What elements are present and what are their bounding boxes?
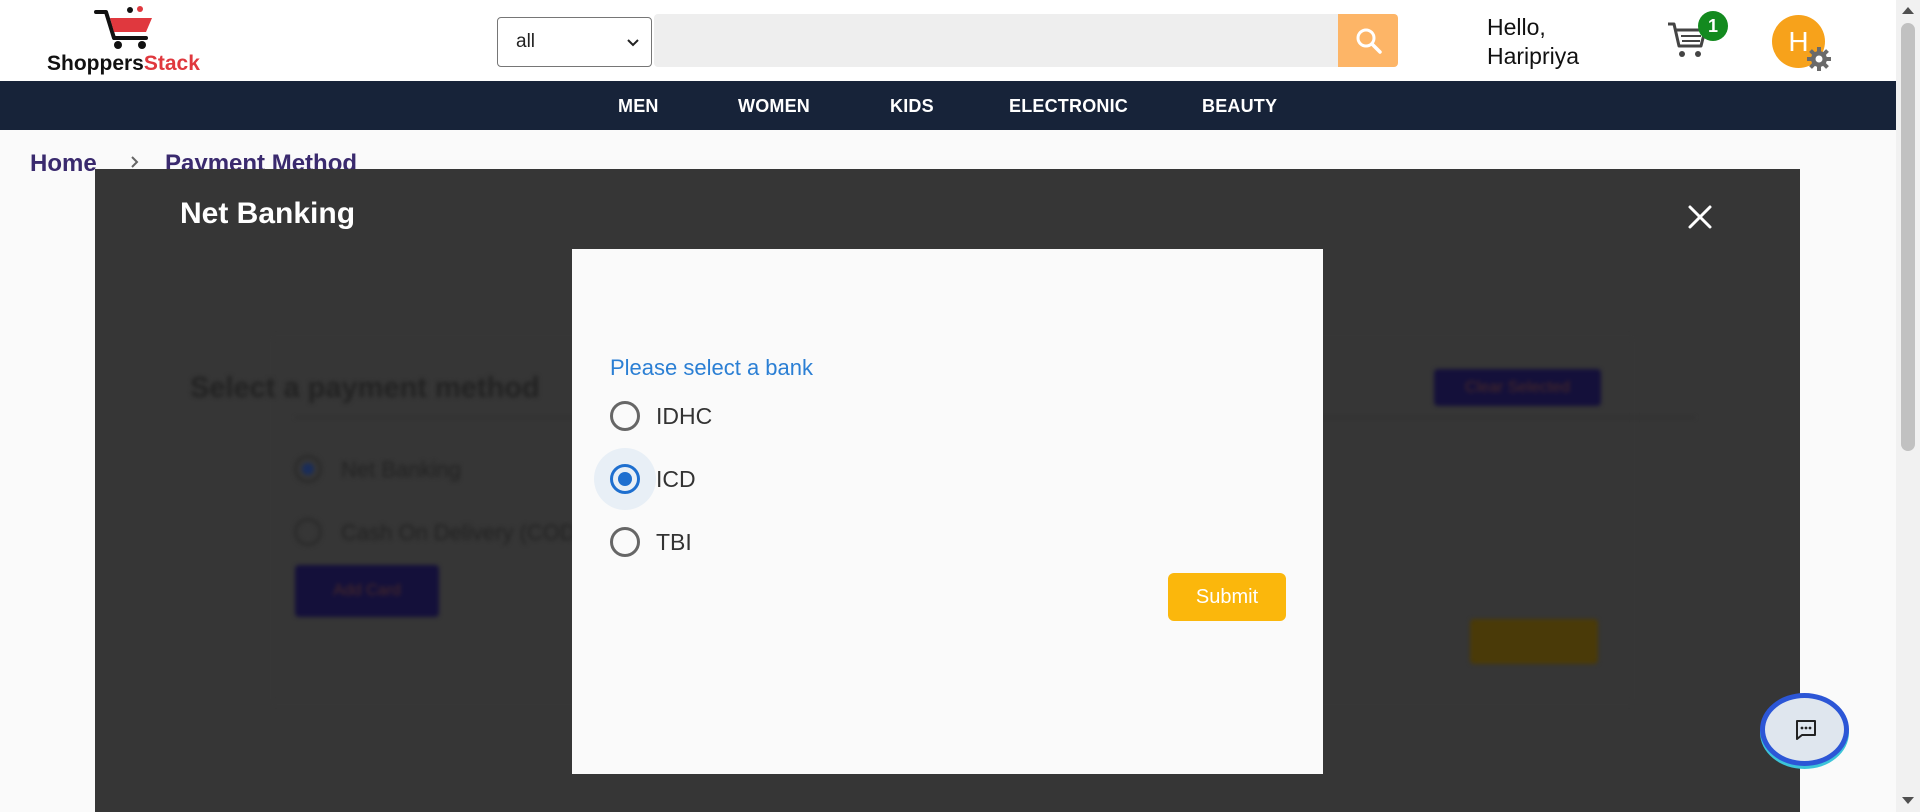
bg-radio-cod [294, 518, 322, 546]
gear-icon[interactable] [1806, 46, 1832, 72]
site-header: ShoppersStack all Hello, Haripriya 1 H [0, 0, 1896, 81]
nav-item-beauty[interactable]: BEAUTY [1202, 81, 1277, 130]
page-scrollbar[interactable] [1896, 0, 1920, 812]
greeting-hello: Hello, [1487, 14, 1546, 40]
clear-selected-button: Clear Selected [1434, 369, 1601, 406]
user-greeting: Hello, Haripriya [1487, 13, 1579, 71]
nav-item-men[interactable]: MEN [618, 81, 659, 130]
chat-button[interactable] [1760, 693, 1849, 766]
scroll-up-arrow[interactable] [1902, 7, 1914, 14]
overlay-title: Net Banking [180, 197, 356, 230]
bank-select-prompt: Please select a bank [610, 355, 814, 380]
category-select[interactable]: all [497, 17, 652, 67]
breadcrumb-home[interactable]: Home [30, 150, 97, 178]
scroll-thumb[interactable] [1901, 23, 1915, 451]
logo-text: ShoppersStack [47, 52, 200, 75]
nav-item-electronic[interactable]: ELECTRONIC [1009, 81, 1128, 130]
bg-radio-label-cod: Cash On Delivery (COD) [341, 520, 584, 545]
proceed-button-background [1470, 619, 1598, 664]
radio-tbi[interactable] [610, 527, 640, 557]
cart-count-badge: 1 [1698, 11, 1728, 41]
radio-idhc[interactable] [610, 401, 640, 431]
chevron-down-icon [627, 39, 639, 47]
bg-radio-net-banking [294, 455, 322, 483]
search-input[interactable] [654, 14, 1339, 67]
shoppersstack-logo[interactable]: ShoppersStack [44, 4, 224, 76]
chevron-right-icon [131, 156, 139, 168]
payment-card-title: Select a payment method [190, 372, 540, 404]
greeting-username: Haripriya [1487, 43, 1580, 69]
logo-cart-icon [94, 6, 152, 49]
bank-label-icd[interactable]: ICD [656, 464, 696, 494]
search-icon [1356, 28, 1382, 54]
category-nav: MEN WOMEN KIDS ELECTRONIC BEAUTY [0, 81, 1896, 130]
bank-label-idhc[interactable]: IDHC [656, 401, 712, 431]
close-icon[interactable] [1685, 202, 1715, 232]
chat-icon [1796, 720, 1816, 740]
submit-button[interactable]: Submit [1168, 573, 1286, 621]
bank-select-modal: Please select a bank IDHC ICD TBI Submit [572, 249, 1323, 774]
scroll-down-arrow[interactable] [1902, 797, 1914, 804]
radio-icd[interactable] [610, 464, 640, 494]
category-select-value: all [516, 31, 536, 52]
search-button[interactable] [1338, 14, 1398, 67]
bg-radio-label-net-banking: Net Banking [341, 457, 461, 482]
add-card-button: Add Card [295, 565, 439, 617]
nav-item-kids[interactable]: KIDS [890, 81, 934, 130]
bank-label-tbi[interactable]: TBI [656, 527, 692, 557]
nav-item-women[interactable]: WOMEN [738, 81, 810, 130]
